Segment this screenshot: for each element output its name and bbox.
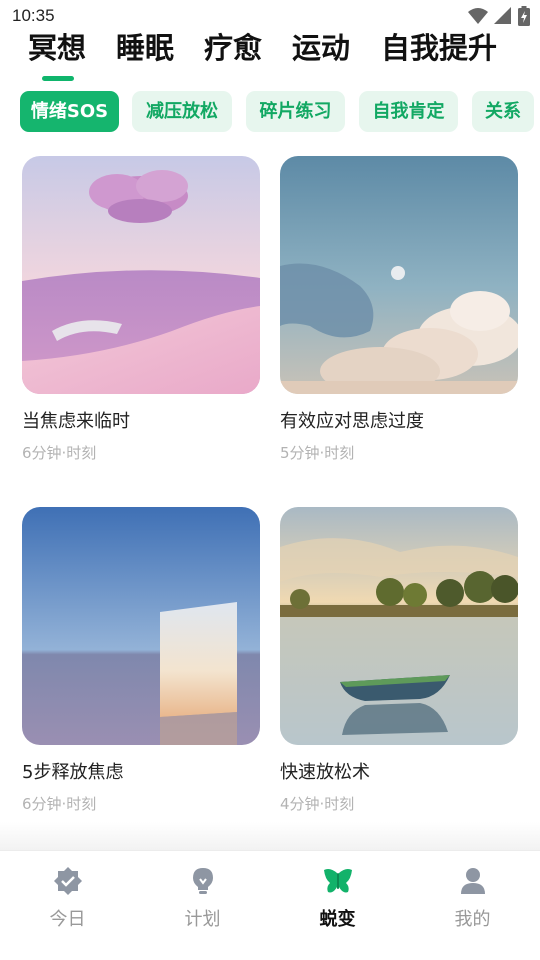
- card-image-mirror-door: [22, 507, 260, 745]
- person-icon: [461, 868, 485, 894]
- card-title: 5步释放焦虑: [22, 762, 124, 783]
- bottom-nav: 今日 计划 蜕变 我的: [0, 850, 540, 960]
- tab-healing[interactable]: 疗愈: [204, 28, 262, 68]
- butterfly-icon: [324, 869, 352, 893]
- meditation-card[interactable]: 当焦虑来临时 6分钟·时刻: [22, 156, 260, 463]
- tab-meditation[interactable]: 冥想: [28, 28, 86, 68]
- battery-icon: [518, 6, 530, 26]
- meditation-card[interactable]: 快速放松术 4分钟·时刻: [280, 507, 518, 814]
- status-icons: [468, 6, 530, 26]
- chip-stress-relief[interactable]: 减压放松: [132, 91, 232, 132]
- chip-self-affirmation[interactable]: 自我肯定: [359, 91, 458, 132]
- card-image-clouds-moon: [280, 156, 518, 394]
- card-image-boat-lake: [280, 507, 518, 745]
- nav-plan[interactable]: 计划: [135, 851, 270, 951]
- tab-sleep[interactable]: 睡眠: [116, 28, 174, 68]
- nav-label: 计划: [184, 909, 221, 930]
- bottom-nav-shadow: [0, 822, 540, 850]
- card-title: 当焦虑来临时: [22, 411, 130, 432]
- nav-label: 今日: [49, 909, 86, 930]
- nav-label: 我的: [454, 909, 491, 930]
- lightbulb-icon: [193, 868, 213, 894]
- subcategory-chips: 情绪SOS 减压放松 碎片练习 自我肯定 关系: [20, 91, 540, 133]
- signal-icon: [494, 7, 511, 24]
- nav-transform[interactable]: 蜕变: [270, 851, 405, 951]
- chip-quick-practice[interactable]: 碎片练习: [246, 91, 345, 132]
- nav-mine[interactable]: 我的: [405, 851, 540, 951]
- nav-today[interactable]: 今日: [0, 851, 135, 951]
- badge-check-icon: [54, 867, 82, 895]
- card-title: 有效应对思虑过度: [280, 411, 424, 432]
- chip-emotion-sos[interactable]: 情绪SOS: [20, 91, 119, 132]
- nav-label: 蜕变: [319, 909, 356, 930]
- meditation-card[interactable]: 5步释放焦虑 6分钟·时刻: [22, 507, 260, 814]
- chip-relationships[interactable]: 关系: [472, 91, 534, 132]
- tab-exercise[interactable]: 运动: [292, 28, 350, 68]
- card-meta: 5分钟·时刻: [280, 444, 355, 462]
- main-tabs: 冥想 睡眠 疗愈 运动 自我提升: [0, 28, 540, 84]
- tab-self-improvement[interactable]: 自我提升: [381, 28, 497, 68]
- card-meta: 6分钟·时刻: [22, 795, 97, 813]
- status-time: 10:35: [12, 6, 55, 25]
- meditation-card[interactable]: 有效应对思虑过度 5分钟·时刻: [280, 156, 518, 463]
- active-tab-indicator: [42, 76, 74, 81]
- card-title: 快速放松术: [280, 762, 370, 783]
- card-image-lavender-field: [22, 156, 260, 394]
- wifi-icon: [468, 8, 488, 24]
- card-meta: 4分钟·时刻: [280, 795, 355, 813]
- card-meta: 6分钟·时刻: [22, 444, 97, 462]
